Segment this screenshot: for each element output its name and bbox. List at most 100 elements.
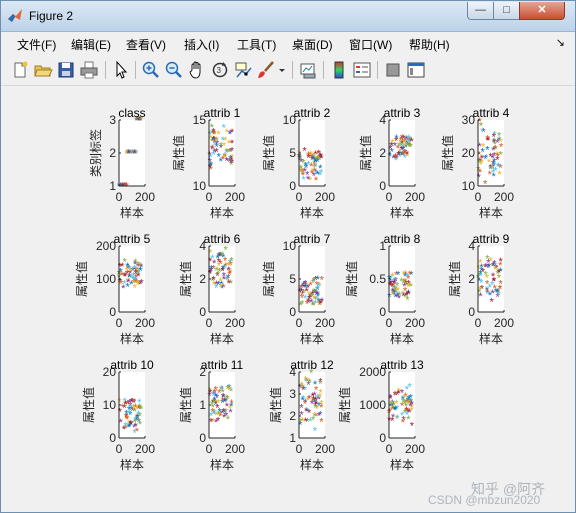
x-tick-label: 200	[315, 442, 335, 456]
figure-window: Figure 2 — □ ✕ 文件(F) 编辑(E) 查看(V) 插入(I) 工…	[0, 0, 576, 513]
subplot-title: attrib 11	[201, 358, 244, 372]
x-tick-label: 200	[494, 316, 514, 330]
y-tick-label: 2	[109, 146, 116, 160]
scatter-marker: *	[297, 148, 302, 160]
subplot[interactable]: ****************************************…	[440, 106, 514, 220]
menu-desktop[interactable]: 桌面(D)	[292, 36, 333, 53]
toolbar-separator	[377, 61, 378, 79]
x-axis-label: 样本	[120, 205, 144, 220]
data-cursor-icon[interactable]	[233, 60, 253, 80]
subplot-title: attrib 8	[384, 232, 421, 246]
x-tick-label: 200	[315, 316, 335, 330]
x-tick-label: 0	[296, 190, 303, 204]
menu-tools[interactable]: 工具(T)	[237, 36, 276, 53]
y-tick-label: 0.5	[369, 272, 386, 286]
scatter-marker: *	[410, 421, 415, 433]
scatter-marker: *	[486, 134, 491, 146]
subplot[interactable]: ****************************************…	[447, 232, 514, 346]
scatter-marker: *	[485, 278, 490, 290]
new-figure-icon[interactable]	[10, 60, 30, 80]
subplot-grid[interactable]: *************** ******************** *****…	[7, 87, 570, 506]
y-axis-label: 属性值	[358, 135, 373, 171]
x-tick-label: 0	[116, 442, 123, 456]
maximize-button[interactable]: □	[493, 2, 520, 20]
scatter-marker: *	[400, 410, 405, 422]
subplot[interactable]: ****************************************…	[344, 232, 425, 346]
scatter-marker: *	[320, 274, 325, 286]
close-button[interactable]: ✕	[519, 2, 565, 20]
y-tick-label: 100	[96, 272, 116, 286]
subplot-title: attrib 7	[294, 232, 331, 246]
print-icon[interactable]	[79, 60, 99, 80]
figure-canvas[interactable]: * * * * * * * * * * * * * * * * * * * * * * * * * * * * * * * * * * * * * * * *…	[7, 87, 570, 506]
zoom-out-icon[interactable]	[164, 60, 184, 80]
minimize-button[interactable]: —	[467, 2, 494, 20]
scatter-marker: *	[491, 137, 496, 149]
scatter-marker: *	[491, 271, 496, 283]
hide-plot-tools-icon[interactable]	[383, 60, 403, 80]
scatter-marker: *	[409, 393, 414, 405]
y-tick-label: 5	[289, 146, 296, 160]
colorbar-icon[interactable]	[329, 60, 349, 80]
scatter-marker: *	[319, 417, 324, 429]
scatter-marker: *	[402, 149, 407, 161]
menu-file[interactable]: 文件(F)	[17, 36, 56, 53]
scatter-marker: *	[319, 153, 324, 165]
open-file-icon[interactable]	[33, 60, 53, 80]
subplot[interactable]: ****************************************…	[178, 232, 245, 346]
y-axis-label: 类别标签	[88, 129, 103, 177]
scatter-marker: *	[404, 401, 409, 413]
scatter-marker: *	[224, 396, 229, 408]
x-tick-label: 0	[475, 316, 482, 330]
zoom-in-icon[interactable]	[141, 60, 161, 80]
subplot[interactable]: ****************************************…	[261, 106, 335, 220]
y-axis-label: 属性值	[178, 261, 193, 297]
rotate-3d-icon[interactable]: 3	[210, 60, 230, 80]
pan-hand-icon[interactable]	[187, 60, 207, 80]
scatter-marker: *	[498, 163, 503, 175]
subplot-title: attrib 3	[384, 106, 421, 120]
save-icon[interactable]	[56, 60, 76, 80]
scatter-marker: *	[117, 396, 122, 408]
scatter-marker: *	[212, 258, 217, 270]
subplot[interactable]: ****************************************…	[178, 358, 245, 472]
subplot[interactable]: ****************************************…	[261, 232, 335, 346]
scatter-marker: *	[212, 137, 217, 149]
subplot[interactable]: ****************************************…	[337, 358, 425, 472]
brush-dropdown-icon[interactable]	[277, 60, 287, 80]
scatter-marker: *	[393, 404, 398, 416]
x-tick-label: 0	[116, 190, 123, 204]
scatter-marker: *	[484, 262, 489, 274]
pointer-icon[interactable]	[111, 60, 131, 80]
y-tick-label: 3	[109, 113, 116, 127]
menu-insert[interactable]: 插入(I)	[184, 36, 219, 53]
menu-view[interactable]: 查看(V)	[126, 36, 166, 53]
y-axis-label: 属性值	[171, 135, 186, 171]
scatter-marker: *	[481, 146, 486, 158]
subplot[interactable]: ****************************************…	[81, 358, 155, 472]
scatter-marker: *	[319, 402, 324, 414]
scatter-marker: *	[301, 175, 306, 187]
brush-icon[interactable]	[256, 60, 276, 80]
subplot[interactable]: ****************************************…	[88, 106, 155, 220]
show-plot-tools-icon[interactable]	[406, 60, 426, 80]
x-tick-label: 0	[386, 316, 393, 330]
menu-window[interactable]: 窗口(W)	[349, 36, 392, 53]
subplot-title: attrib 5	[114, 232, 151, 246]
subplot[interactable]: ****************************************…	[74, 232, 155, 346]
menu-edit[interactable]: 编辑(E)	[71, 36, 111, 53]
menu-overflow-icon[interactable]: ↘	[556, 36, 565, 49]
subplot[interactable]: ****************************************…	[268, 358, 335, 472]
legend-icon[interactable]	[352, 60, 372, 80]
subplot[interactable]: ****************************************…	[358, 106, 425, 220]
link-plot-icon[interactable]	[298, 60, 318, 80]
title-bar[interactable]: Figure 2 — □ ✕	[1, 1, 575, 32]
scatter-marker: *	[138, 261, 143, 273]
scatter-marker: *	[409, 405, 414, 417]
menu-help[interactable]: 帮助(H)	[409, 36, 450, 53]
scatter-marker: *	[499, 256, 504, 268]
x-axis-label: 样本	[300, 331, 324, 346]
x-tick-label: 0	[386, 190, 393, 204]
scatter-marker: *	[127, 148, 132, 160]
subplot[interactable]: ****************************************…	[171, 106, 245, 220]
